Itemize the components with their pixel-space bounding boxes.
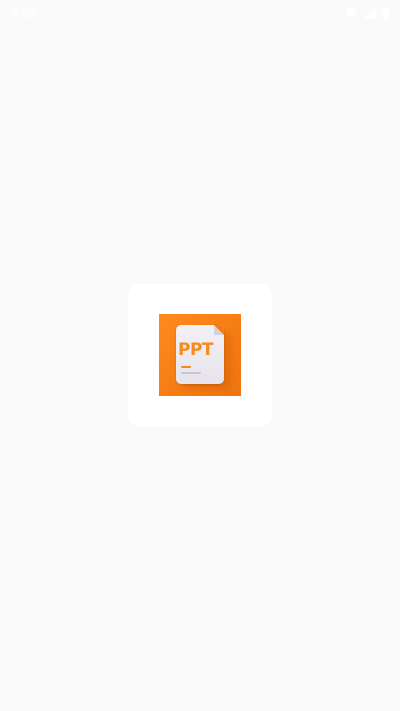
status-icons (344, 6, 390, 20)
presentation-document-icon: PPT (176, 325, 224, 384)
status-time: 5:08 (10, 5, 37, 21)
wifi-icon (344, 7, 358, 19)
battery-icon (382, 6, 390, 20)
splash-logo-card: PPT (128, 284, 272, 427)
app-logo: PPT (159, 314, 241, 396)
logo-text: PPT (178, 340, 214, 360)
status-bar: 5:08 (0, 0, 400, 26)
splash-screen: 5:08 PPT (0, 0, 400, 711)
document-text-line (181, 372, 201, 374)
document-accent-line (181, 366, 191, 368)
page-fold-corner (214, 325, 224, 335)
cellular-signal-icon (364, 7, 376, 19)
